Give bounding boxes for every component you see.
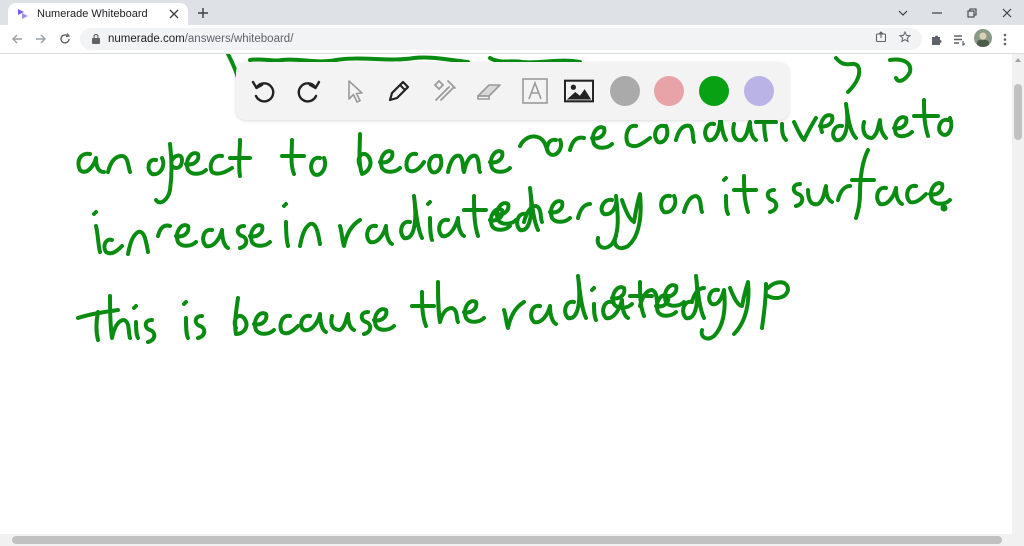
puzzle-icon[interactable] <box>927 30 945 48</box>
horizontal-scrollbar[interactable] <box>0 534 1012 546</box>
color-swatch-gray[interactable] <box>610 76 640 106</box>
select-cursor-icon[interactable] <box>340 76 370 106</box>
menu-dots-icon[interactable] <box>996 30 1014 48</box>
redo-icon[interactable] <box>294 76 324 106</box>
lock-icon <box>92 33 100 44</box>
arrow-right-icon[interactable] <box>32 30 50 48</box>
close-window-icon[interactable] <box>990 0 1024 25</box>
browser-toolbar: numerade.com/answers/whiteboard/ <box>0 25 1024 54</box>
eraser-icon[interactable] <box>474 76 504 106</box>
browser-titlebar: Numerade Whiteboard <box>0 0 1024 25</box>
scroll-up-icon[interactable] <box>1014 56 1022 64</box>
handwriting-strokes <box>76 54 954 344</box>
plus-icon[interactable] <box>194 4 212 22</box>
color-swatch-green[interactable] <box>699 76 729 106</box>
url-text: numerade.com/answers/whiteboard/ <box>108 33 294 45</box>
horizontal-scroll-thumb[interactable] <box>12 536 1002 544</box>
pen-icon[interactable] <box>384 76 414 106</box>
close-icon[interactable] <box>166 6 182 22</box>
color-swatch-pink[interactable] <box>654 76 684 106</box>
address-bar[interactable]: numerade.com/answers/whiteboard/ <box>80 28 922 50</box>
reload-icon[interactable] <box>56 30 74 48</box>
browser-tab[interactable]: Numerade Whiteboard <box>8 3 188 25</box>
reading-list-icon[interactable] <box>950 30 968 48</box>
restore-icon[interactable] <box>955 0 989 25</box>
arrow-left-icon[interactable] <box>8 30 26 48</box>
tools-icon[interactable] <box>430 76 460 106</box>
undo-icon[interactable] <box>248 76 278 106</box>
color-swatch-lavender[interactable] <box>744 76 774 106</box>
avatar-icon[interactable] <box>974 29 992 47</box>
share-icon[interactable] <box>873 29 889 45</box>
tab-title: Numerade Whiteboard <box>37 8 148 20</box>
whiteboard-canvas[interactable] <box>0 54 1012 534</box>
star-icon[interactable] <box>897 29 913 45</box>
text-tool-icon[interactable] <box>520 76 550 106</box>
tab-search-chevron-down-icon[interactable] <box>886 0 920 25</box>
minimize-icon[interactable] <box>920 0 954 25</box>
vertical-scroll-thumb[interactable] <box>1014 84 1022 140</box>
whiteboard-toolbar <box>236 62 789 120</box>
vertical-scrollbar[interactable] <box>1012 54 1024 534</box>
scrollbar-corner <box>1012 534 1024 546</box>
numerade-logo-icon <box>18 9 28 19</box>
image-icon[interactable] <box>564 76 594 106</box>
